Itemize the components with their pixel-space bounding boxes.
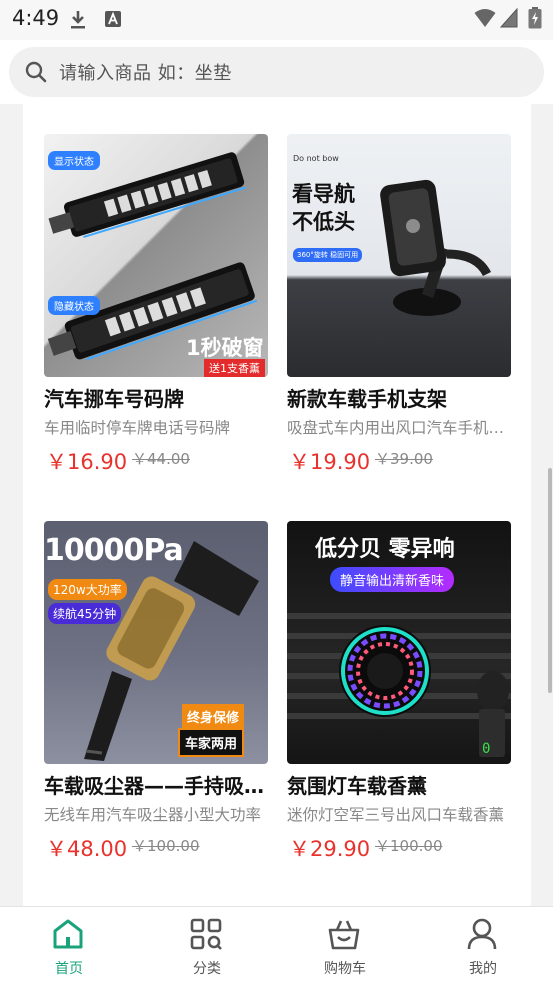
image-power: 10000Pa — [44, 533, 184, 568]
product-card[interactable]: 0 低分贝 零异响 静音输出清新香味 氛围灯车载香薰 迷你灯空军三号出风口车载香… — [287, 521, 511, 861]
product-image: 显示状态 隐藏状态 1秒破窗 送1支香薰 — [44, 134, 268, 377]
image-tag-power: 120w大功率 — [48, 579, 127, 600]
battery-icon — [528, 7, 542, 29]
product-card[interactable]: 显示状态 隐藏状态 1秒破窗 送1支香薰 汽车挪车号码牌 车用临时停车牌电话号码… — [44, 134, 268, 474]
nav-label-home: 首页 — [55, 961, 83, 977]
user-icon — [467, 918, 497, 950]
product-name: 车载吸尘器——手持吸尘器 — [44, 774, 268, 798]
product-image: 10000Pa 120w大功率 续航45分钟 终身保修 车家两用 — [44, 521, 268, 764]
search-bar: 请输入商品 如：坐垫 — [0, 40, 553, 104]
product-old-price: ￥39.00 — [375, 450, 433, 468]
search-input[interactable]: 请输入商品 如：坐垫 — [9, 47, 544, 97]
nav-label-category: 分类 — [193, 961, 221, 977]
svg-text:0: 0 — [482, 741, 490, 757]
nav-label-cart: 购物车 — [324, 961, 366, 977]
download-icon — [71, 11, 85, 29]
image-slogan: 1秒破窗 — [186, 336, 264, 360]
image-sub-badge: 静音输出清新香味 — [330, 567, 455, 592]
nav-item-home[interactable]: 首页 — [24, 907, 114, 985]
cart-icon — [328, 920, 360, 950]
product-desc: 车用临时停车牌电话号码牌 — [44, 419, 231, 437]
search-icon — [25, 61, 47, 83]
product-price: ￥48.00 — [46, 837, 128, 861]
image-tag-shown: 显示状态 — [48, 151, 100, 170]
home-icon — [53, 919, 83, 949]
product-desc: 迷你灯空军三号出风口车载香薰 — [287, 806, 505, 824]
product-desc: 吸盘式车内用出风口汽车手机支架 — [287, 419, 511, 437]
product-old-price: ￥100.00 — [132, 837, 200, 855]
image-badge-warranty: 终身保修 — [182, 704, 245, 729]
product-name: 新款车载手机支架 — [287, 387, 447, 411]
scrollbar[interactable] — [548, 468, 552, 693]
signal-icon — [500, 8, 518, 28]
status-bar: 4:49 — [0, 0, 553, 40]
product-price: ￥19.90 — [289, 450, 371, 474]
product-image: Do not bow 看导航 不低头 360°旋转 稳固可用 — [287, 134, 511, 377]
image-gift-badge: 送1支香薰 — [204, 359, 265, 377]
font-icon — [105, 11, 121, 27]
status-time: 4:49 — [12, 6, 60, 30]
category-icon — [190, 918, 222, 950]
image-badge: 360°旋转 稳固可用 — [293, 248, 363, 262]
nav-item-cart[interactable]: 购物车 — [300, 907, 390, 985]
image-line2: 不低头 — [292, 210, 355, 234]
image-badge-dual: 车家两用 — [178, 728, 245, 757]
product-name: 汽车挪车号码牌 — [44, 387, 184, 411]
product-price: ￥29.90 — [289, 837, 371, 861]
bottom-nav: 首页 分类 购物车 我的 — [0, 906, 553, 985]
product-price: ￥16.90 — [46, 450, 128, 474]
product-card[interactable]: Do not bow 看导航 不低头 360°旋转 稳固可用 新款车载手机支架 … — [287, 134, 511, 474]
image-tag-hidden: 隐藏状态 — [48, 296, 100, 315]
image-line1: 看导航 — [292, 182, 355, 206]
product-desc: 无线车用汽车吸尘器小型大功率 — [44, 806, 262, 824]
nav-label-profile: 我的 — [469, 961, 497, 977]
nav-item-profile[interactable]: 我的 — [438, 907, 528, 985]
nav-item-category[interactable]: 分类 — [162, 907, 252, 985]
product-card[interactable]: 10000Pa 120w大功率 续航45分钟 终身保修 车家两用 车载吸尘器——… — [44, 521, 268, 861]
image-brand: Do not bow — [293, 154, 339, 163]
product-old-price: ￥44.00 — [132, 450, 190, 468]
image-tag-battery: 续航45分钟 — [48, 603, 122, 624]
image-headline: 低分贝 零异响 — [315, 537, 455, 562]
product-image: 0 低分贝 零异响 静音输出清新香味 — [287, 521, 511, 764]
wifi-icon — [474, 9, 496, 27]
search-placeholder: 请输入商品 如：坐垫 — [59, 63, 232, 84]
product-old-price: ￥100.00 — [375, 837, 443, 855]
product-name: 氛围灯车载香薰 — [287, 774, 427, 798]
